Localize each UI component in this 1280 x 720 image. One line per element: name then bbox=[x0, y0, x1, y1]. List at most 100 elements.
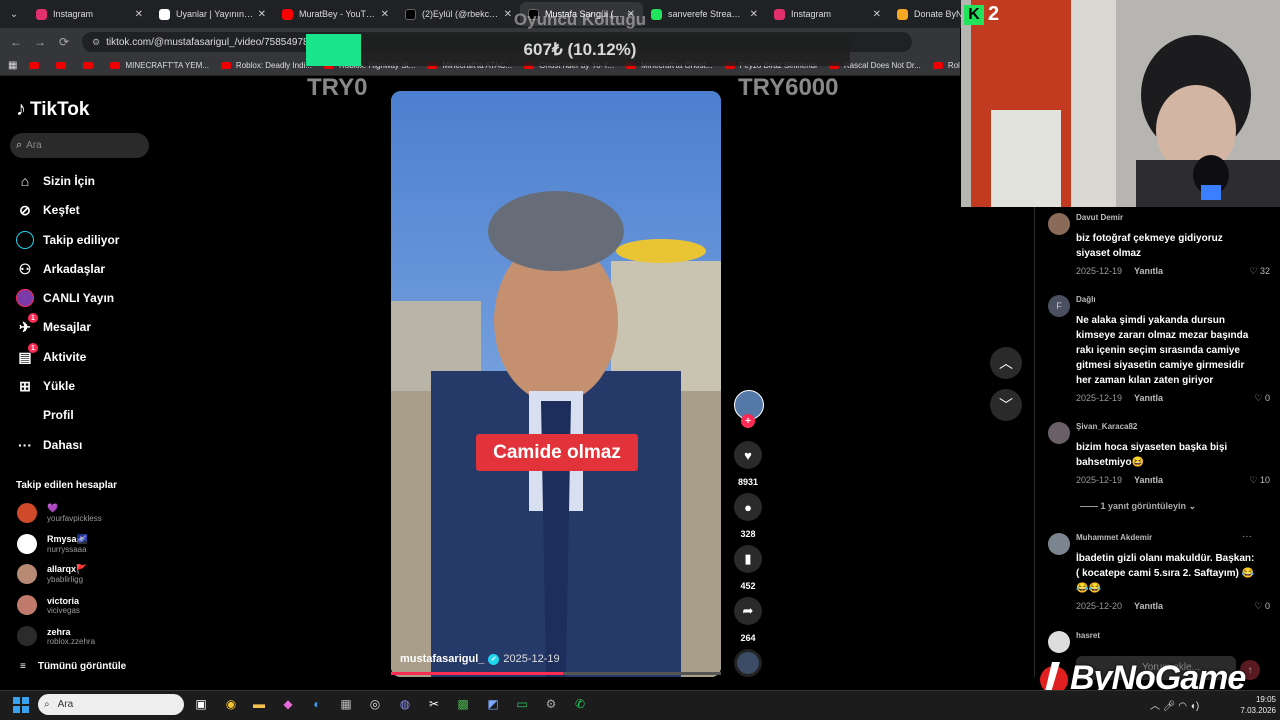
obs-icon[interactable]: ◎ bbox=[364, 694, 386, 714]
close-icon[interactable]: ✕ bbox=[135, 9, 143, 20]
edge-icon[interactable]: ◐ bbox=[306, 694, 328, 714]
close-icon[interactable]: ✕ bbox=[258, 9, 266, 20]
share-button[interactable]: ➦ 264 bbox=[733, 597, 763, 643]
avatar[interactable]: F bbox=[1048, 295, 1070, 317]
roblox-icon[interactable]: ◩ bbox=[482, 694, 504, 714]
settings-icon[interactable]: ⚙ bbox=[540, 694, 562, 714]
comment-meta: 2025-12-19 Yanıtla ♡ 0 bbox=[1076, 393, 1270, 404]
followed-account[interactable]: Rmysa🌌 nurryssaaa bbox=[17, 534, 88, 554]
like-comment-button[interactable]: ♡ 0 bbox=[1254, 601, 1270, 612]
nav-upload[interactable]: ⊞ Yükle bbox=[15, 376, 75, 396]
youtube-icon bbox=[932, 62, 943, 69]
capcut-icon[interactable]: ✂ bbox=[423, 694, 445, 714]
copilot-icon[interactable]: ◆ bbox=[277, 694, 299, 714]
followed-account[interactable]: 💜 yourfavpickless bbox=[17, 503, 102, 523]
heart-icon: ♥ bbox=[734, 441, 762, 469]
music-disc[interactable] bbox=[734, 649, 762, 677]
bookmark-item[interactable]: Roblox: Deadly Indi... bbox=[220, 61, 312, 70]
like-comment-button[interactable]: ♡ 32 bbox=[1249, 266, 1270, 277]
nav-for-you[interactable]: ⌂ Sizin İçin bbox=[15, 171, 95, 191]
avatar[interactable] bbox=[1048, 631, 1070, 653]
followed-account[interactable]: allarqx🚩 ybablirligg bbox=[17, 564, 87, 584]
nav-following[interactable]: Takip ediliyor bbox=[15, 230, 119, 250]
minecraft-icon[interactable]: ▩ bbox=[452, 694, 474, 714]
nav-profile[interactable]: Profil bbox=[15, 405, 74, 425]
reply-button[interactable]: Yanıtla bbox=[1134, 393, 1163, 404]
video-author[interactable]: mustafasarigul_ ✓ 2025-12-19 bbox=[400, 653, 560, 665]
reply-button[interactable]: Yanıtla bbox=[1134, 266, 1163, 277]
system-tray[interactable]: ︿ 🎤︎ ◠ ◖) bbox=[1150, 697, 1199, 712]
nav-live[interactable]: CANLI Yayın bbox=[15, 288, 114, 308]
apps-icon[interactable]: ▦ bbox=[8, 60, 17, 71]
like-button[interactable]: ♥ 8931 bbox=[733, 441, 763, 487]
bookmark-item[interactable]: MINECRAFT'TA YEM... bbox=[110, 61, 209, 70]
comment-user[interactable]: Dağlı bbox=[1076, 295, 1096, 304]
close-icon[interactable]: ✕ bbox=[750, 9, 758, 20]
like-comment-button[interactable]: ♡ 10 bbox=[1249, 475, 1270, 486]
wifi-icon: ◠ bbox=[1178, 701, 1187, 712]
following-heading: Takip edilen hesaplar bbox=[16, 480, 117, 491]
nav-explore[interactable]: ⊘ Keşfet bbox=[15, 200, 80, 220]
tiktok-logo[interactable]: ♪ TikTok bbox=[16, 98, 89, 121]
tab-uyanlar[interactable]: Uyanlar | Yayınını güç✕ bbox=[151, 2, 274, 26]
webcam-feed bbox=[961, 0, 1280, 207]
comment-user[interactable]: Muhammet Akdemir bbox=[1076, 533, 1152, 542]
nav-more[interactable]: ··· Dahası bbox=[15, 435, 82, 455]
reply-button[interactable]: Yanıtla bbox=[1134, 475, 1163, 486]
avatar[interactable] bbox=[1048, 422, 1070, 444]
comment-options-icon[interactable]: ··· bbox=[1242, 531, 1252, 542]
show-all-button[interactable]: ≡ Tümünü görüntüle bbox=[20, 661, 126, 672]
followed-account[interactable]: zehra roblox.zzehra bbox=[17, 626, 95, 646]
donation-goal-min: TRY0 bbox=[307, 74, 368, 101]
nav-messages[interactable]: ✈ 1 Mesajlar bbox=[15, 313, 91, 337]
bookmark-item[interactable] bbox=[56, 62, 71, 69]
forward-icon[interactable]: → bbox=[28, 35, 52, 49]
bookmark-item[interactable] bbox=[83, 62, 98, 69]
reload-icon[interactable]: ⟳ bbox=[52, 35, 76, 49]
next-video-button[interactable]: ﹀ bbox=[990, 389, 1022, 421]
avatar[interactable] bbox=[1048, 533, 1070, 555]
tab-instagram-2[interactable]: Instagram ✕ bbox=[766, 2, 889, 26]
reply-button[interactable]: Yanıtla bbox=[1134, 601, 1163, 612]
donation-goal-amount: 607₺ (10.12%) bbox=[523, 40, 637, 59]
search-input[interactable]: ⌕ Ara bbox=[10, 133, 149, 158]
terminal-icon[interactable]: ▭ bbox=[511, 694, 533, 714]
chevron-up-icon: ︿ bbox=[1150, 701, 1160, 712]
video-progress-fill bbox=[391, 672, 563, 675]
nav-friends[interactable]: ⚇ Arkadaşlar bbox=[15, 259, 105, 279]
taskbar-search-input[interactable]: ⌕ Ara bbox=[38, 694, 184, 715]
store-icon[interactable]: ▦ bbox=[335, 694, 357, 714]
bookmark-button[interactable]: ▮ 452 bbox=[733, 545, 763, 591]
previous-video-button[interactable]: ︿ bbox=[990, 347, 1022, 379]
comment-user[interactable]: Şivan_Karaca82 bbox=[1076, 422, 1137, 431]
file-explorer-icon[interactable]: ▬ bbox=[248, 694, 270, 714]
close-icon[interactable]: ✕ bbox=[873, 9, 881, 20]
followed-account[interactable]: victoria vicivegas bbox=[17, 595, 80, 615]
tab-youtube[interactable]: MuratBey - YouTube ✕ bbox=[274, 2, 397, 26]
comment-user[interactable]: Davut Demir bbox=[1076, 213, 1123, 222]
comment-button[interactable]: ● 328 bbox=[733, 493, 763, 539]
comment-user[interactable]: hasret bbox=[1076, 631, 1100, 640]
tab-search-button[interactable]: ⌄ bbox=[0, 0, 28, 28]
back-icon[interactable]: ← bbox=[4, 35, 28, 49]
avatar[interactable] bbox=[1048, 213, 1070, 235]
taskbar-clock[interactable]: 19:05 7.03.2026 bbox=[1232, 694, 1276, 716]
site-settings-icon[interactable]: ⚙ bbox=[92, 37, 100, 48]
chrome-icon[interactable]: ◉ bbox=[220, 694, 242, 714]
close-icon[interactable]: ✕ bbox=[381, 9, 389, 20]
like-comment-button[interactable]: ♡ 0 bbox=[1254, 393, 1270, 404]
view-replies-button[interactable]: —— 1 yanıt görüntüleyin ⌄ bbox=[1080, 501, 1196, 512]
discord-icon[interactable]: ◍ bbox=[394, 694, 416, 714]
windows-start-icon[interactable] bbox=[13, 697, 29, 713]
tab-instagram-1[interactable]: Instagram ✕ bbox=[28, 2, 151, 26]
video-player[interactable] bbox=[391, 91, 721, 677]
youtube-icon bbox=[282, 8, 293, 20]
nav-activity[interactable]: ▤ 1 Aktivite bbox=[15, 343, 86, 367]
bookmark-item[interactable] bbox=[29, 62, 44, 69]
tiktok-icon: ♪ bbox=[16, 98, 26, 120]
comment-icon: ● bbox=[734, 493, 762, 521]
whatsapp-icon[interactable]: ✆ bbox=[569, 694, 591, 714]
task-view-icon[interactable]: ▣ bbox=[190, 694, 212, 714]
follow-button[interactable]: + bbox=[741, 414, 755, 428]
video-progress-bar[interactable] bbox=[391, 672, 721, 675]
